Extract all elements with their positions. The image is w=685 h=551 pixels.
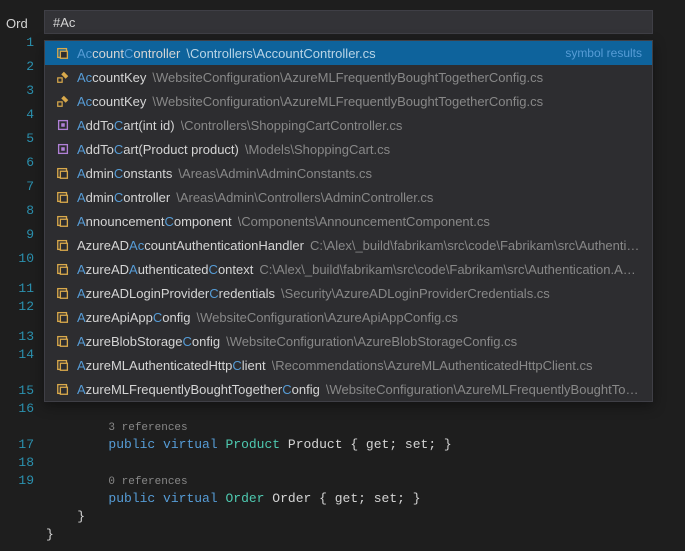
class-icon	[55, 357, 71, 373]
class-icon	[55, 285, 71, 301]
line-number: 15	[0, 382, 34, 400]
result-row[interactable]: AccountController \Controllers\AccountCon…	[45, 41, 652, 65]
line-number: 17	[0, 436, 34, 454]
line-number: 6	[0, 154, 34, 172]
result-path: C:\Alex\_build\fabrikam\src\code\Fabrika…	[310, 238, 642, 253]
result-path: \Security\AzureADLoginProviderCredential…	[281, 286, 642, 301]
class-icon	[55, 45, 71, 61]
codelens: 0 references	[46, 472, 685, 490]
result-row[interactable]: AzureADAccountAuthenticationHandler C:\Al…	[45, 233, 652, 257]
result-name: AzureMLFrequentlyBoughtTogetherConfig	[77, 382, 320, 397]
result-name: AnnouncementComponent	[77, 214, 232, 229]
result-row[interactable]: AddToCart(Product product) \Models\Shoppi…	[45, 137, 652, 161]
result-name: AccountKey	[77, 70, 146, 85]
line-number: 14	[0, 346, 34, 364]
result-name: AzureApiAppConfig	[77, 310, 190, 325]
navigate-to-input[interactable]	[44, 10, 653, 34]
result-path: \Areas\Admin\Controllers\AdminController…	[176, 190, 642, 205]
result-path: \Recommendations\AzureMLAuthenticatedHtt…	[272, 358, 642, 373]
result-path: \Areas\Admin\AdminConstants.cs	[178, 166, 642, 181]
line-number: 16	[0, 400, 34, 418]
line-number: 18	[0, 454, 34, 472]
class-icon	[55, 237, 71, 253]
result-row[interactable]: AccountKey \WebsiteConfiguration\AzureMLF…	[45, 89, 652, 113]
code-line: public virtual Order Order { get; set; }	[46, 490, 685, 508]
class-icon	[55, 165, 71, 181]
class-icon	[55, 381, 71, 397]
tab-label: Ord	[6, 16, 28, 31]
result-row[interactable]: AnnouncementComponent \Components\Announc…	[45, 209, 652, 233]
result-name: AddToCart(int id)	[77, 118, 175, 133]
line-number-gutter: 12345678910111213141516171819	[0, 34, 40, 490]
result-path: \WebsiteConfiguration\AzureBlobStorageCo…	[226, 334, 642, 349]
result-name: AdminConstants	[77, 166, 172, 181]
result-path: \WebsiteConfiguration\AzureMLFrequentlyB…	[152, 94, 642, 109]
class-icon	[55, 189, 71, 205]
result-name: AzureADAccountAuthenticationHandler	[77, 238, 304, 253]
result-row[interactable]: AdminController \Areas\Admin\Controllers\…	[45, 185, 652, 209]
line-number: 10	[0, 250, 34, 268]
result-name: AzureADAuthenticatedContext	[77, 262, 253, 277]
result-path: \WebsiteConfiguration\AzureApiAppConfig.…	[196, 310, 642, 325]
result-path: \Controllers\ShoppingCartController.cs	[181, 118, 642, 133]
result-path: \WebsiteConfiguration\AzureMLFrequentlyB…	[152, 70, 642, 85]
symbol-results-dropdown[interactable]: AccountController \Controllers\AccountCon…	[44, 40, 653, 402]
class-icon	[55, 333, 71, 349]
result-name: AzureMLAuthenticatedHttpClient	[77, 358, 266, 373]
result-row[interactable]: AzureMLAuthenticatedHttpClient \Recommend…	[45, 353, 652, 377]
result-path: \Controllers\AccountController.cs	[186, 46, 557, 61]
result-row[interactable]: AccountKey \WebsiteConfiguration\AzureMLF…	[45, 65, 652, 89]
line-number: 3	[0, 82, 34, 100]
result-row[interactable]: AdminConstants \Areas\Admin\AdminConstant…	[45, 161, 652, 185]
result-name: AccountKey	[77, 94, 146, 109]
line-number: 11	[0, 280, 34, 298]
line-number: 8	[0, 202, 34, 220]
property-icon	[55, 69, 71, 85]
result-path: \Components\AnnouncementComponent.cs	[238, 214, 642, 229]
result-path: \WebsiteConfiguration\AzureMLFrequentlyB…	[326, 382, 642, 397]
codelens: 3 references	[46, 418, 685, 436]
result-row[interactable]: AzureADLoginProviderCredentials \Security…	[45, 281, 652, 305]
property-icon	[55, 93, 71, 109]
line-number: 4	[0, 106, 34, 124]
line-number: 2	[0, 58, 34, 76]
result-row[interactable]: AzureBlobStorageConfig \WebsiteConfigurat…	[45, 329, 652, 353]
line-number: 12	[0, 298, 34, 316]
result-row[interactable]: AzureADAuthenticatedContext C:\Alex\_buil…	[45, 257, 652, 281]
class-icon	[55, 213, 71, 229]
result-row[interactable]: AzureMLFrequentlyBoughtTogetherConfig \We…	[45, 377, 652, 401]
result-name: AzureADLoginProviderCredentials	[77, 286, 275, 301]
method-icon	[55, 141, 71, 157]
result-path: C:\Alex\_build\fabrikam\src\code\Fabrika…	[259, 262, 642, 277]
result-row[interactable]: AddToCart(int id) \Controllers\ShoppingCa…	[45, 113, 652, 137]
results-category-label: symbol results	[557, 46, 642, 60]
result-row[interactable]: AzureApiAppConfig \WebsiteConfiguration\A…	[45, 305, 652, 329]
line-number: 13	[0, 328, 34, 346]
result-path: \Models\ShoppingCart.cs	[245, 142, 642, 157]
code-line: }	[46, 508, 685, 526]
method-icon	[55, 117, 71, 133]
class-icon	[55, 261, 71, 277]
line-number: 1	[0, 34, 34, 52]
line-number: 19	[0, 472, 34, 490]
result-name: AccountController	[77, 46, 180, 61]
code-line: }	[46, 526, 685, 544]
line-number: 5	[0, 130, 34, 148]
line-number: 7	[0, 178, 34, 196]
result-name: AddToCart(Product product)	[77, 142, 239, 157]
line-number: 9	[0, 226, 34, 244]
result-name: AdminController	[77, 190, 170, 205]
result-name: AzureBlobStorageConfig	[77, 334, 220, 349]
class-icon	[55, 309, 71, 325]
code-line: public virtual Product Product { get; se…	[46, 436, 685, 454]
